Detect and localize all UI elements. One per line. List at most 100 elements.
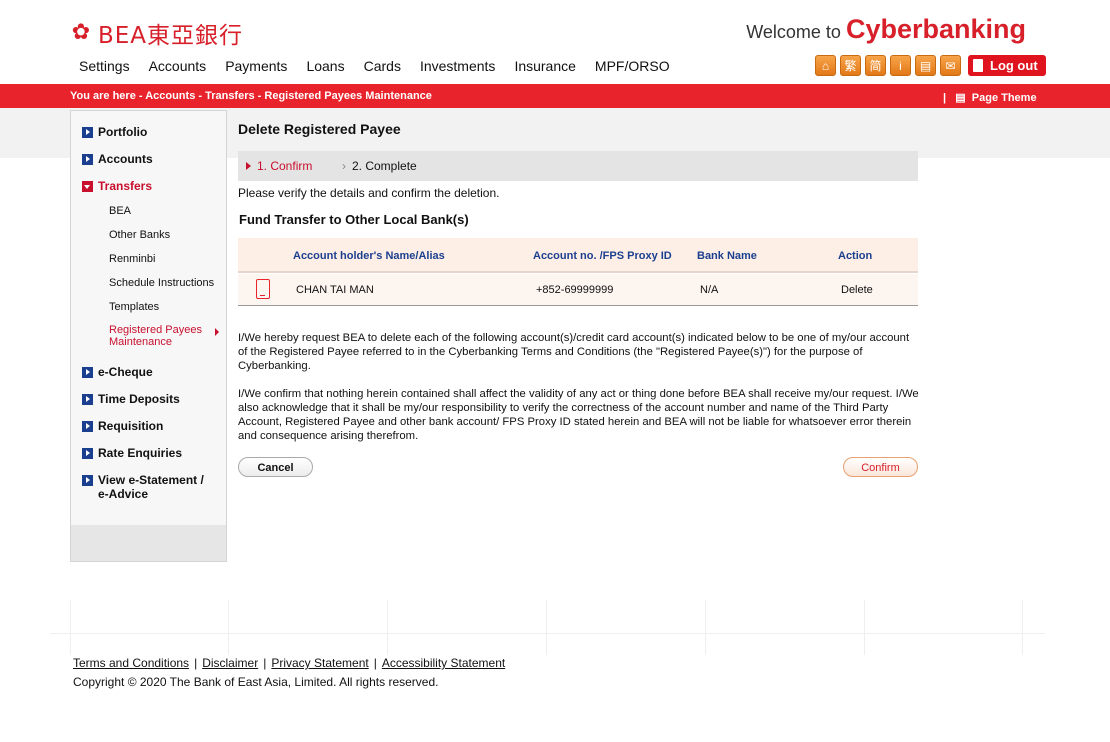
sidebar-subitem-schedule-instructions[interactable]: Schedule Instructions bbox=[109, 277, 214, 289]
table-row: CHAN TAI MAN +852-69999999 N/A Delete bbox=[238, 274, 918, 306]
page-title: Delete Registered Payee bbox=[238, 121, 401, 137]
cancel-button[interactable]: Cancel bbox=[238, 457, 313, 477]
footer-separator: | bbox=[263, 656, 267, 670]
selected-arrow-icon bbox=[215, 328, 219, 336]
sidebar-footer bbox=[71, 525, 226, 561]
breadcrumb-bar: You are here - Accounts - Transfers - Re… bbox=[0, 84, 1110, 108]
sidebar-subitem-renminbi[interactable]: Renminbi bbox=[109, 253, 155, 265]
sidebar-item-view-estatement[interactable]: View e-Statement / e-Advice bbox=[82, 473, 212, 501]
sidebar-item-requisition[interactable]: Requisition bbox=[82, 419, 163, 433]
sidebar-subitem-other-banks[interactable]: Other Banks bbox=[109, 229, 170, 241]
top-navigation: Settings Accounts Payments Loans Cards I… bbox=[79, 58, 689, 74]
grid-line bbox=[50, 633, 1045, 634]
grid-line bbox=[228, 600, 229, 655]
sidebar-subitem-templates[interactable]: Templates bbox=[109, 301, 159, 313]
arrow-icon bbox=[82, 421, 93, 432]
sidebar-item-label: Accounts bbox=[98, 152, 153, 166]
payee-bank: N/A bbox=[700, 284, 719, 296]
logout-button[interactable]: Log out bbox=[968, 55, 1046, 76]
payee-action: Delete bbox=[841, 284, 873, 296]
col-header-action: Action bbox=[838, 250, 873, 262]
sidebar-item-portfolio[interactable]: Portfolio bbox=[82, 125, 147, 139]
disclaimer-link[interactable]: Disclaimer bbox=[202, 656, 258, 670]
simplified-chinese-icon[interactable]: 简 bbox=[865, 55, 886, 76]
welcome-prefix: Welcome to bbox=[746, 22, 841, 42]
info-icon[interactable]: i bbox=[890, 55, 911, 76]
traditional-chinese-icon[interactable]: 繁 bbox=[840, 55, 861, 76]
declaration-paragraph-1: I/We hereby request BEA to delete each o… bbox=[238, 332, 910, 372]
nav-loans[interactable]: Loans bbox=[306, 58, 344, 74]
sidebar-item-label: Requisition bbox=[98, 419, 164, 433]
sidebar: Portfolio Accounts Transfers BEA Other B… bbox=[70, 110, 227, 562]
accessibility-link[interactable]: Accessibility Statement bbox=[382, 656, 505, 670]
decorative-grid bbox=[0, 600, 1110, 655]
nav-investments[interactable]: Investments bbox=[420, 58, 495, 74]
grid-line bbox=[387, 600, 388, 655]
step-complete: 2. Complete bbox=[342, 159, 417, 173]
sidebar-item-transfers[interactable]: Transfers bbox=[82, 179, 152, 193]
nav-settings[interactable]: Settings bbox=[79, 58, 130, 74]
footer-separator: | bbox=[373, 656, 377, 670]
arrow-icon bbox=[82, 367, 93, 378]
sidebar-subitem-bea[interactable]: BEA bbox=[109, 205, 131, 217]
mobile-phone-icon bbox=[256, 279, 270, 299]
page-theme-link[interactable]: | ▤ Page Theme bbox=[943, 91, 1037, 104]
bea-logo-icon: ✿ bbox=[71, 20, 91, 45]
privacy-link[interactable]: Privacy Statement bbox=[271, 656, 368, 670]
arrow-icon bbox=[82, 475, 93, 486]
section-title: Fund Transfer to Other Local Bank(s) bbox=[239, 212, 469, 227]
page-theme-label: Page Theme bbox=[971, 92, 1037, 104]
logo-text: BEA東亞銀行 bbox=[98, 23, 244, 49]
sidebar-item-label: Transfers bbox=[98, 179, 153, 193]
nav-accounts[interactable]: Accounts bbox=[149, 58, 207, 74]
step-indicator: 1. Confirm 2. Complete bbox=[238, 151, 918, 181]
sidebar-item-echeque[interactable]: e-Cheque bbox=[82, 365, 153, 379]
sidebar-item-rate-enquiries[interactable]: Rate Enquiries bbox=[82, 446, 182, 460]
grid-line bbox=[70, 600, 71, 655]
nav-insurance[interactable]: Insurance bbox=[514, 58, 575, 74]
col-header-bank: Bank Name bbox=[697, 250, 757, 262]
step-confirm: 1. Confirm bbox=[246, 159, 312, 173]
grid-line bbox=[864, 600, 865, 655]
breadcrumb: You are here - Accounts - Transfers - Re… bbox=[70, 90, 432, 102]
toolbar: ⌂ 繁 简 i ▤ ✉ bbox=[815, 55, 961, 76]
col-header-name: Account holder's Name/Alias bbox=[293, 250, 445, 262]
sidebar-item-label: Portfolio bbox=[98, 125, 148, 139]
copyright: Copyright © 2020 The Bank of East Asia, … bbox=[73, 675, 439, 689]
sidebar-item-accounts[interactable]: Accounts bbox=[82, 152, 153, 166]
nav-mpf-orso[interactable]: MPF/ORSO bbox=[595, 58, 670, 74]
mail-icon[interactable]: ✉ bbox=[940, 55, 961, 76]
confirm-button[interactable]: Confirm bbox=[843, 457, 918, 477]
welcome-banner: Welcome to Cyberbanking bbox=[746, 14, 1026, 45]
terms-link[interactable]: Terms and Conditions bbox=[73, 656, 189, 670]
table-header: Account holder's Name/Alias Account no. … bbox=[238, 238, 918, 273]
grid-line bbox=[546, 600, 547, 655]
payee-account: +852-69999999 bbox=[536, 284, 614, 296]
footer-links: Terms and Conditions | Disclaimer | Privacy … bbox=[73, 656, 505, 670]
arrow-icon bbox=[82, 127, 93, 138]
bea-logo[interactable]: ✿ BEA東亞銀行 bbox=[70, 16, 243, 50]
arrow-down-icon bbox=[82, 181, 93, 192]
welcome-brand: Cyberbanking bbox=[845, 14, 1026, 44]
instruction-text: Please verify the details and confirm th… bbox=[238, 186, 500, 200]
sidebar-item-time-deposits[interactable]: Time Deposits bbox=[82, 392, 180, 406]
footer-separator: | bbox=[194, 656, 198, 670]
nav-cards[interactable]: Cards bbox=[364, 58, 401, 74]
print-icon[interactable]: ▤ bbox=[915, 55, 936, 76]
arrow-icon bbox=[82, 394, 93, 405]
grid-line bbox=[1022, 600, 1023, 655]
sidebar-item-label: Time Deposits bbox=[98, 392, 180, 406]
sidebar-subitem-registered-payees[interactable]: Registered Payees Maintenance bbox=[109, 324, 209, 348]
grid-line bbox=[705, 600, 706, 655]
home-icon[interactable]: ⌂ bbox=[815, 55, 836, 76]
sidebar-item-label: e-Cheque bbox=[98, 365, 153, 379]
declaration-paragraph-2: I/We confirm that nothing herein contain… bbox=[238, 388, 919, 442]
arrow-icon bbox=[82, 154, 93, 165]
payee-name: CHAN TAI MAN bbox=[296, 284, 374, 296]
nav-payments[interactable]: Payments bbox=[225, 58, 287, 74]
logout-label: Log out bbox=[990, 58, 1038, 73]
sidebar-item-label: Rate Enquiries bbox=[98, 446, 183, 460]
logout-icon bbox=[973, 59, 983, 72]
col-header-account: Account no. /FPS Proxy ID bbox=[533, 250, 672, 262]
arrow-icon bbox=[82, 448, 93, 459]
